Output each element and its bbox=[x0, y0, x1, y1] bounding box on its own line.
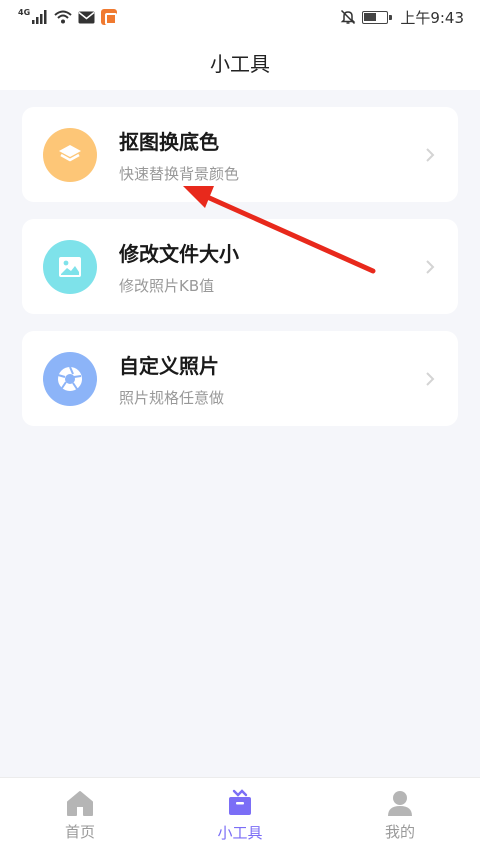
tab-tools[interactable]: 小工具 bbox=[185, 788, 295, 843]
tool-card-cutout-background[interactable]: 抠图换底色 快速替换背景颜色 bbox=[22, 107, 458, 202]
status-bar: 4G 上午9:43 bbox=[0, 0, 480, 34]
tool-card-custom-photo[interactable]: 自定义照片 照片规格任意做 bbox=[22, 331, 458, 426]
page-header: 小工具 bbox=[0, 34, 480, 90]
tab-home[interactable]: 首页 bbox=[25, 789, 135, 842]
layers-icon bbox=[43, 127, 97, 182]
mail-icon bbox=[78, 11, 95, 23]
tool-card-title: 自定义照片 bbox=[119, 353, 219, 378]
status-time: 上午9:43 bbox=[400, 8, 464, 27]
image-icon bbox=[43, 239, 97, 294]
status-left: 4G bbox=[18, 7, 118, 25]
chevron-right-icon bbox=[426, 371, 435, 386]
tool-card-text: 抠图换底色 快速替换背景颜色 bbox=[119, 126, 424, 184]
tool-card-title: 修改文件大小 bbox=[119, 241, 239, 266]
app-notification-icon bbox=[101, 9, 118, 25]
user-icon bbox=[388, 791, 412, 816]
status-right: 上午9:43 bbox=[340, 7, 464, 28]
bottom-tab-bar: 首页 小工具 我的 bbox=[0, 777, 480, 853]
page-title: 小工具 bbox=[210, 51, 270, 76]
home-icon bbox=[67, 791, 93, 816]
network-type: 4G bbox=[18, 7, 31, 17]
tool-card-resize-file[interactable]: 修改文件大小 修改照片KB值 bbox=[22, 219, 458, 314]
tab-label: 小工具 bbox=[217, 824, 263, 842]
tool-card-subtitle: 修改照片KB值 bbox=[119, 276, 215, 295]
signal-icon bbox=[32, 10, 47, 24]
tab-label: 首页 bbox=[64, 823, 95, 841]
tool-card-subtitle: 快速替换背景颜色 bbox=[119, 164, 240, 183]
tab-label: 我的 bbox=[384, 823, 415, 841]
tool-card-subtitle: 照片规格任意做 bbox=[119, 388, 225, 407]
chevron-right-icon bbox=[426, 147, 435, 162]
tool-card-title: 抠图换底色 bbox=[119, 129, 219, 154]
tool-card-text: 自定义照片 照片规格任意做 bbox=[119, 350, 424, 408]
mute-bell-icon bbox=[341, 9, 356, 25]
wifi-icon bbox=[54, 10, 72, 24]
aperture-icon bbox=[43, 351, 97, 406]
chevron-right-icon bbox=[426, 259, 435, 274]
battery-icon bbox=[362, 10, 393, 24]
toolbox-icon bbox=[229, 789, 251, 815]
tab-mine[interactable]: 我的 bbox=[345, 789, 455, 842]
tool-card-text: 修改文件大小 修改照片KB值 bbox=[119, 238, 424, 296]
